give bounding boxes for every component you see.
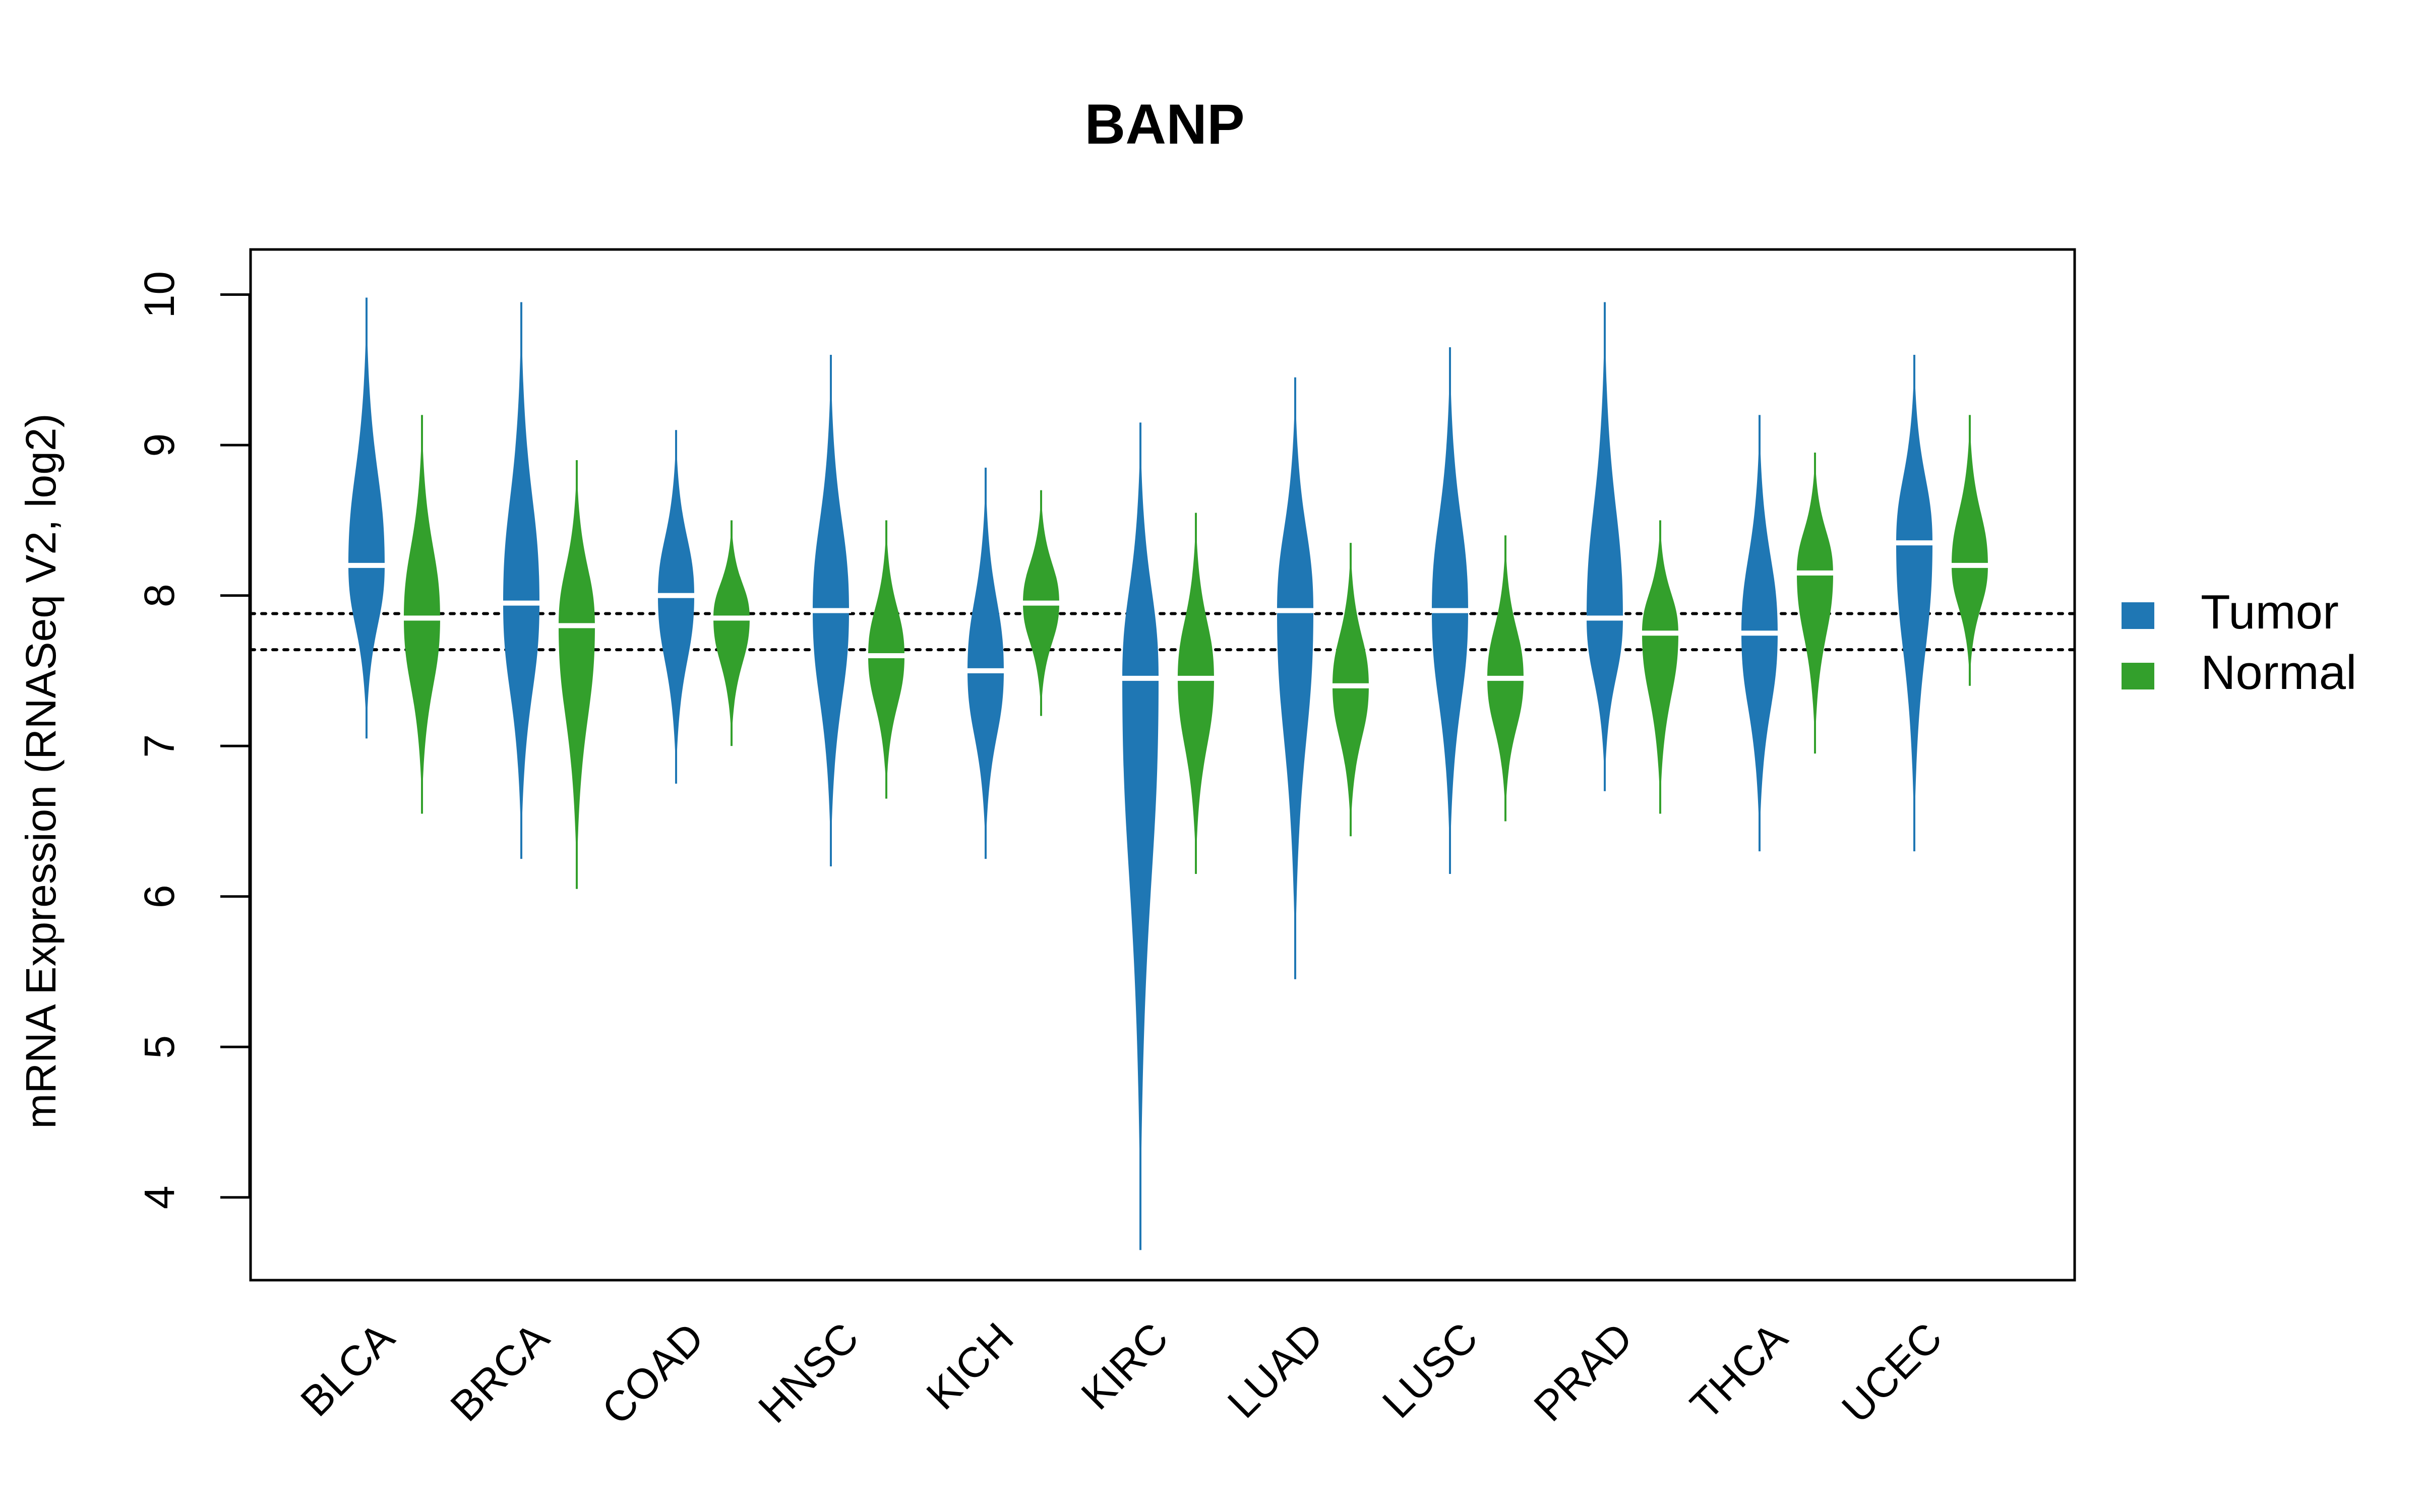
x-tick-label: LUAD xyxy=(1219,1313,1332,1427)
y-tick-label: 6 xyxy=(136,885,183,908)
violin-chart: BANP mRNA Expression (RNASeq V2, log2) 4… xyxy=(17,93,2356,1433)
legend-swatch-tumor xyxy=(2122,602,2154,629)
x-tick-label: KIRC xyxy=(1072,1313,1177,1418)
y-tick-label: 5 xyxy=(136,1035,183,1059)
y-tick-label: 10 xyxy=(136,271,183,318)
y-axis-label: mRNA Expression (RNASeq V2, log2) xyxy=(17,413,65,1128)
legend-label-tumor: Tumor xyxy=(2201,585,2339,639)
x-tick-label: THCA xyxy=(1681,1313,1796,1428)
y-tick-label: 7 xyxy=(136,734,183,758)
legend-label-normal: Normal xyxy=(2201,646,2356,700)
x-tick-label: HNSC xyxy=(749,1313,868,1432)
y-tick-label: 4 xyxy=(136,1185,183,1209)
chart-title: BANP xyxy=(1084,93,1244,156)
y-tick-label: 9 xyxy=(136,433,183,457)
x-tick-label: LUSC xyxy=(1373,1313,1487,1427)
x-tick-label: KICH xyxy=(917,1313,1022,1418)
y-tick-label: 8 xyxy=(136,584,183,607)
x-tick-label: PRAD xyxy=(1525,1313,1642,1430)
x-tick-label: UCEC xyxy=(1833,1313,1951,1432)
x-tick-label: COAD xyxy=(593,1313,713,1433)
x-tick-label: BLCA xyxy=(291,1313,403,1425)
legend-swatch-normal xyxy=(2122,663,2154,689)
x-tick-label: BRCA xyxy=(441,1313,558,1430)
